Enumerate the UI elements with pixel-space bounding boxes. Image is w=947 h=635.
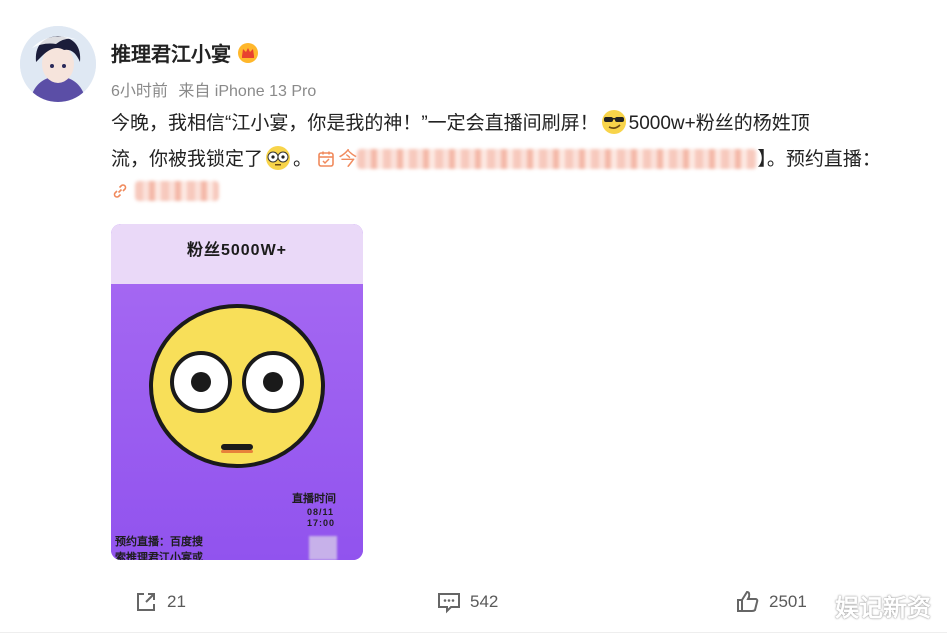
reserve-link-row[interactable] [111,178,219,204]
reserve-line-1: 预约直播：百度搜 [115,536,203,548]
reserve-text: 预约直播：百度搜 索推理君江小宴或 [115,534,203,560]
content-text-4: 。 [293,149,313,170]
divider [0,632,947,633]
event-link-blurred[interactable] [357,149,758,169]
watermark: 娱记新资 [835,595,931,622]
link-icon [113,184,127,198]
content-text-2: 5000w+粉丝的杨姓顶 [628,113,810,134]
comment-count: 542 [470,592,499,611]
event-link-prefix[interactable]: 今 [338,149,357,170]
avatar-illustration [20,26,96,102]
username-row: 推理君江小宴 [111,38,259,67]
post-source: 来自 iPhone 13 Pro [178,83,317,100]
content-text-1: 今晚，我相信“江小宴，你是我的神！”一定会直播间刷屏！ [111,113,599,134]
live-time: 17:00 [307,518,336,528]
repost-button[interactable]: 21 [133,589,186,615]
content-text-3: 流，你被我锁定了 [111,149,264,170]
reserve-line-2: 索推理君江小宴或 [115,552,203,560]
comment-icon [438,593,460,614]
content-line-1: 今晚，我相信“江小宴，你是我的神！”一定会直播间刷屏！ 5000w+粉丝的杨姓顶 [111,106,911,142]
thumbs-up-icon [737,590,759,612]
like-button[interactable]: 2501 [735,589,807,615]
username[interactable]: 推理君江小宴 [111,38,231,67]
repost-count: 21 [167,592,186,611]
user-avatar[interactable] [20,26,96,102]
sunglasses-smirk-emoji-icon [601,110,626,134]
card-title: 粉丝5000W+ [186,242,288,259]
comment-button[interactable]: 542 [436,589,498,615]
qr-code-blurred [309,536,337,560]
post-content: 今晚，我相信“江小宴，你是我的神！”一定会直播间刷屏！ 5000w+粉丝的杨姓顶… [111,106,911,178]
live-date: 08/11 [307,507,335,517]
post-time[interactable]: 6小时前 [111,83,168,100]
flushed-face-emoji-icon [149,304,325,468]
calendar-icon [318,151,335,167]
wide-eyes-emoji-icon [266,146,291,170]
content-line-2: 流，你被我锁定了 。 今 】。预约直播： [111,142,911,178]
crown-badge-icon[interactable] [237,42,259,64]
content-text-5: 】。预约直播： [757,149,881,170]
post-meta: 6小时前 来自 iPhone 13 Pro [111,77,316,101]
action-bar: 21 542 2501 [0,587,947,619]
reserve-link-blurred[interactable] [135,181,219,201]
like-count: 2501 [769,592,807,611]
live-time-label: 直播时间 [292,493,336,505]
share-icon [137,593,155,611]
post-image-card[interactable]: 粉丝5000W+ 直播时间 08/11 17:00 预约直播：百度搜 索推理君江… [111,224,363,560]
